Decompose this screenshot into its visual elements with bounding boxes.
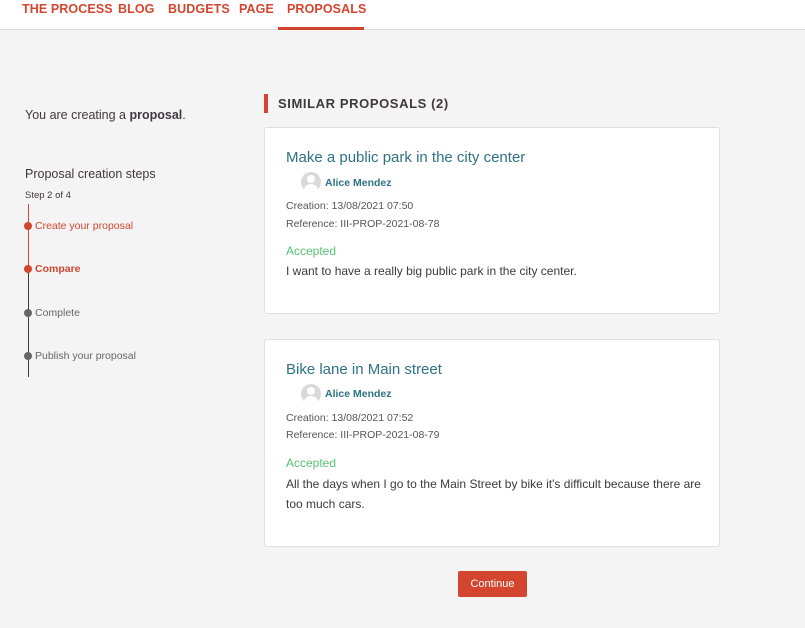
creation-date: Creation: 13/08/2021 07:50 — [286, 200, 414, 212]
status-badge: Accepted — [286, 244, 337, 258]
top-nav: THE PROCESS BLOG BUDGETS PAGE PROPOSALS — [0, 0, 805, 30]
user-avatar-icon — [301, 172, 321, 192]
step-dot-icon — [24, 309, 32, 317]
step-dot-icon — [24, 222, 32, 230]
proposal-title-link[interactable]: Make a public park in the city center — [286, 149, 525, 166]
steps-count: Step 2 of 4 — [25, 190, 71, 201]
step-label: Publish your proposal — [35, 350, 136, 362]
nav-item-the-process[interactable]: THE PROCESS — [22, 0, 113, 30]
reference-code: Reference: III-PROP-2021-08-79 — [286, 429, 440, 441]
step-dot-icon — [24, 265, 32, 273]
user-avatar-icon — [301, 384, 321, 404]
creating-notice: You are creating a proposal. — [25, 108, 186, 122]
steps-timeline-progress — [28, 204, 29, 270]
nav-item-blog[interactable]: BLOG — [118, 0, 155, 30]
creating-suffix: . — [182, 108, 186, 122]
creating-prefix: You are creating a — [25, 108, 130, 122]
nav-item-page[interactable]: PAGE — [239, 0, 274, 30]
continue-button[interactable]: Continue — [458, 571, 527, 597]
steps-title: Proposal creation steps — [25, 167, 156, 181]
proposal-card: Bike lane in Main street Alice Mendez Cr… — [264, 339, 720, 547]
proposal-summary: All the days when I go to the Main Stree… — [286, 477, 701, 511]
author-link[interactable]: Alice Mendez — [325, 388, 392, 400]
section-accent-bar — [264, 94, 268, 113]
step-label: Compare — [35, 263, 81, 275]
reference-code: Reference: III-PROP-2021-08-78 — [286, 218, 440, 230]
status-badge: Accepted — [286, 456, 337, 470]
creation-date: Creation: 13/08/2021 07:52 — [286, 412, 414, 424]
proposal-summary: I want to have a really big public park … — [286, 264, 577, 278]
step-dot-icon — [24, 352, 32, 360]
nav-item-proposals[interactable]: PROPOSALS — [278, 0, 366, 30]
step-label: Create your proposal — [35, 220, 134, 232]
creating-object: proposal — [129, 108, 183, 122]
proposal-title-link[interactable]: Bike lane in Main street — [286, 361, 442, 378]
author-link[interactable]: Alice Mendez — [325, 177, 392, 189]
nav-item-budgets[interactable]: BUDGETS — [168, 0, 230, 30]
proposal-card: Make a public park in the city center Al… — [264, 127, 720, 314]
step-label: Complete — [35, 307, 80, 319]
similar-proposals-heading: SIMILAR PROPOSALS (2) — [278, 96, 449, 111]
